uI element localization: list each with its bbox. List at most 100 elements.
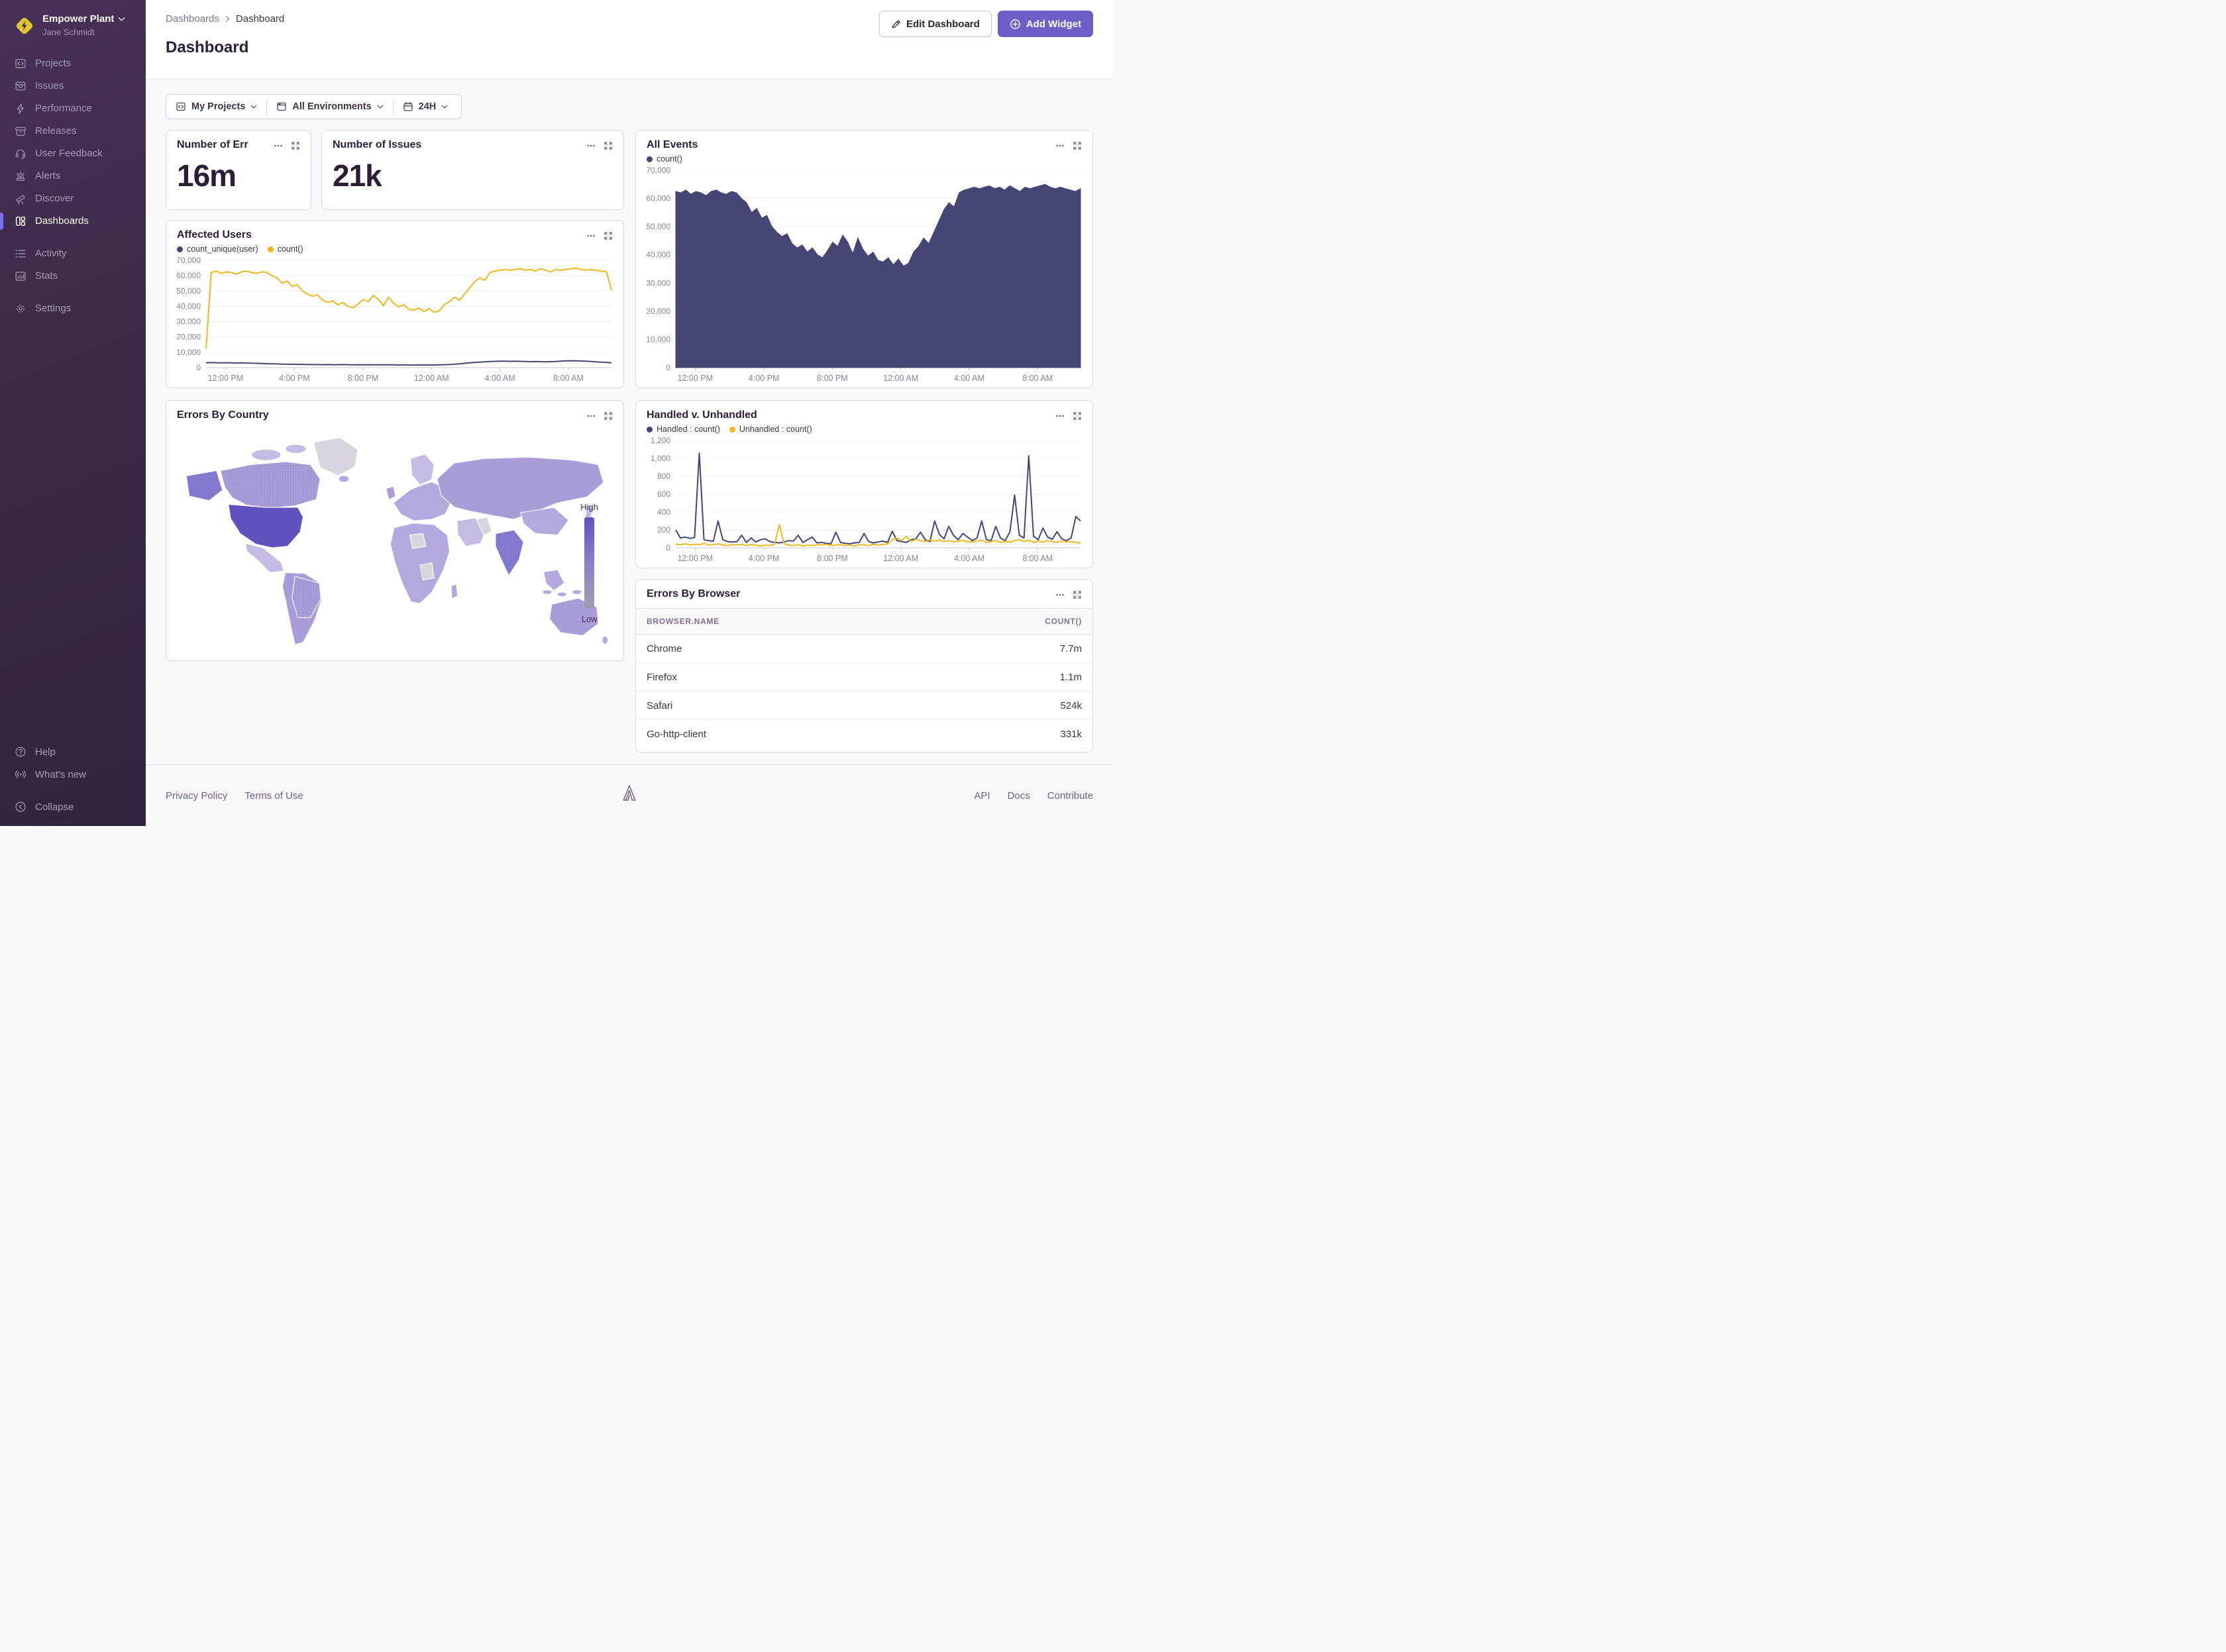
sidebar-item-label: Issues: [35, 80, 64, 91]
country-uk[interactable]: [386, 486, 396, 499]
add-widget-button[interactable]: Add Widget: [998, 11, 1093, 37]
sidebar-item-dashboards[interactable]: Dashboards: [0, 210, 146, 232]
svg-text:0: 0: [666, 543, 670, 552]
country-china[interactable]: [521, 507, 569, 535]
alerts-icon: [15, 170, 26, 182]
sidebar-item-label: Releases: [35, 125, 77, 136]
svg-text:20,000: 20,000: [646, 307, 670, 316]
card-menu-ellipsis-icon[interactable]: [274, 141, 283, 150]
country-madagascar[interactable]: [451, 584, 458, 599]
sidebar-item-help[interactable]: Help: [0, 741, 146, 763]
column-count: COUNT(): [1045, 617, 1082, 626]
card-expand-icon[interactable]: [604, 411, 613, 421]
sidebar-item-user-feedback[interactable]: User Feedback: [0, 142, 146, 165]
region-russia-asia[interactable]: [437, 457, 604, 519]
arctic-islands[interactable]: [286, 444, 306, 454]
card-menu-ellipsis-icon[interactable]: [1055, 141, 1065, 150]
region-indonesia[interactable]: [557, 592, 567, 597]
sidebar-item-settings[interactable]: Settings: [0, 297, 146, 320]
footer-terms-of-use-link[interactable]: Terms of Use: [244, 790, 303, 801]
number-of-issues-card: Number of Issues 21k: [321, 130, 624, 210]
sidebar-item-performance[interactable]: Performance: [0, 97, 146, 120]
region-indonesia[interactable]: [543, 590, 553, 594]
edit-dashboard-button[interactable]: Edit Dashboard: [879, 11, 992, 37]
table-row[interactable]: Safari524k: [636, 692, 1092, 720]
environments-filter[interactable]: All Environments: [267, 95, 392, 119]
card-expand-icon[interactable]: [604, 231, 613, 240]
footer-privacy-policy-link[interactable]: Privacy Policy: [166, 790, 227, 801]
footer-contribute-link[interactable]: Contribute: [1047, 790, 1093, 801]
legend-item[interactable]: Handled : count(): [647, 425, 720, 434]
sidebar-item-label: Stats: [35, 270, 58, 282]
org-logo-icon: [14, 15, 35, 36]
svg-text:200: 200: [657, 525, 670, 535]
card-expand-icon[interactable]: [1073, 141, 1082, 150]
legend-item[interactable]: count(): [268, 244, 303, 254]
region-africa-gray-1[interactable]: [409, 534, 426, 549]
svg-text:10,000: 10,000: [646, 335, 670, 344]
sidebar-item-alerts[interactable]: Alerts: [0, 165, 146, 187]
svg-text:8:00 AM: 8:00 AM: [553, 374, 584, 383]
svg-text:10,000: 10,000: [176, 348, 201, 357]
sidebar-item-issues[interactable]: Issues: [0, 75, 146, 97]
sidebar-item-releases[interactable]: Releases: [0, 120, 146, 142]
page-title: Dashboard: [166, 38, 1093, 57]
sidebar-item-activity[interactable]: Activity: [0, 242, 146, 265]
region-se-asia[interactable]: [543, 570, 564, 591]
country-mexico[interactable]: [245, 543, 284, 572]
legend-label: Handled : count(): [657, 425, 720, 434]
help-icon: [15, 746, 26, 758]
country-india-shade: [496, 530, 523, 576]
svg-text:8:00 AM: 8:00 AM: [1022, 554, 1053, 563]
sidebar-item-collapse[interactable]: Collapse: [0, 796, 146, 818]
all-events-chart[interactable]: 010,00020,00030,00040,00050,00060,00070,…: [637, 165, 1088, 387]
activity-icon: [15, 248, 26, 260]
map-legend-low: Low: [582, 614, 598, 624]
legend-item[interactable]: count_unique(user): [177, 244, 258, 254]
region-africa-gray-2[interactable]: [420, 563, 434, 580]
footer-api-link[interactable]: API: [974, 790, 990, 801]
card-menu-ellipsis-icon[interactable]: [586, 411, 596, 421]
legend-item[interactable]: Unhandled : count(): [729, 425, 812, 434]
card-menu-ellipsis-icon[interactable]: [1055, 411, 1065, 421]
country-iceland[interactable]: [339, 476, 349, 482]
table-row[interactable]: Firefox1.1m: [636, 663, 1092, 692]
country-new-zealand[interactable]: [602, 636, 608, 644]
country-usa[interactable]: [229, 504, 303, 548]
collapse-icon: [15, 801, 26, 813]
sidebar-item-stats[interactable]: Stats: [0, 265, 146, 287]
projects-filter-icon: [176, 101, 186, 112]
browser-name-cell: Firefox: [647, 672, 677, 683]
table-row[interactable]: Go-http-client331k: [636, 720, 1092, 749]
projects-filter[interactable]: My Projects: [166, 95, 266, 119]
svg-text:8:00 PM: 8:00 PM: [817, 554, 848, 563]
user-feedback-icon: [15, 148, 26, 160]
arctic-islands[interactable]: [251, 449, 281, 460]
country-alaska[interactable]: [186, 470, 223, 500]
card-menu-ellipsis-icon[interactable]: [586, 231, 596, 240]
card-menu-ellipsis-icon[interactable]: [1055, 590, 1065, 599]
sidebar-item-projects[interactable]: Projects: [0, 52, 146, 75]
table-row[interactable]: Chrome7.7m: [636, 635, 1092, 663]
sidebar-item-what-s-new[interactable]: What's new: [0, 763, 146, 786]
sidebar-item-discover[interactable]: Discover: [0, 187, 146, 210]
card-expand-icon[interactable]: [1073, 411, 1082, 421]
sidebar-item-label: Performance: [35, 103, 92, 114]
date-range-filter[interactable]: 24H: [394, 95, 458, 119]
region-scandinavia[interactable]: [410, 454, 434, 485]
footer-docs-link[interactable]: Docs: [1008, 790, 1030, 801]
handled-v-unhandled-chart[interactable]: 02004006008001,0001,20012:00 PM4:00 PM8:…: [637, 435, 1088, 567]
country-greenland[interactable]: [313, 438, 358, 476]
card-expand-icon[interactable]: [291, 141, 300, 150]
card-expand-icon[interactable]: [604, 141, 613, 150]
org-switcher[interactable]: Empower Plant Jane Schmidt: [0, 0, 146, 52]
stats-icon: [15, 270, 26, 282]
affected-users-chart[interactable]: 010,00020,00030,00040,00050,00060,00070,…: [168, 255, 619, 387]
breadcrumb-dashboards-link[interactable]: Dashboards: [166, 13, 219, 25]
card-menu-ellipsis-icon[interactable]: [586, 141, 596, 150]
chevron-down-icon: [118, 17, 125, 22]
card-expand-icon[interactable]: [1073, 590, 1082, 599]
browser-name-cell: Chrome: [647, 643, 682, 654]
legend-item[interactable]: count(): [647, 154, 682, 164]
legend-dot-icon: [647, 427, 653, 433]
